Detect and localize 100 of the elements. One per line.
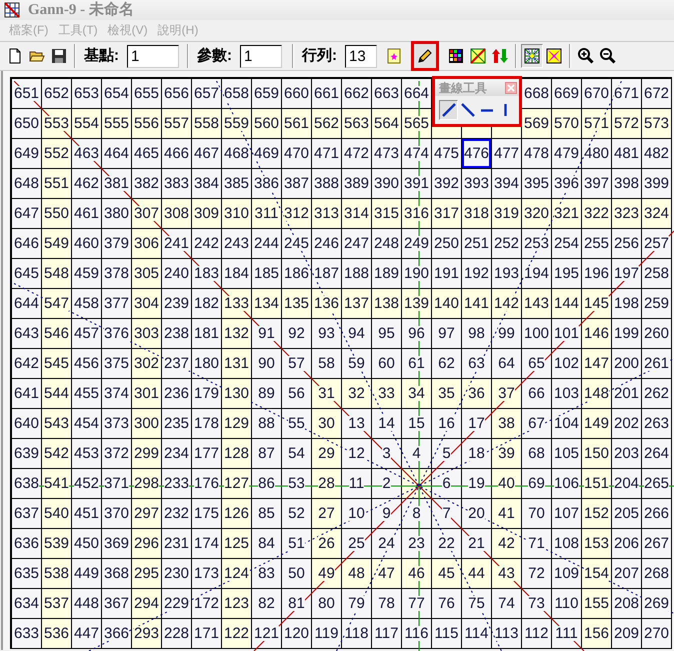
grid-cell[interactable]: 303 [132,319,162,349]
grid-cell[interactable]: 42 [492,529,522,559]
grid-cell[interactable]: 200 [612,349,642,379]
grid-cell[interactable]: 40 [492,469,522,499]
grid-cell[interactable]: 662 [342,79,372,109]
grid-cell[interactable]: 179 [192,379,222,409]
grid-cell[interactable]: 384 [192,169,222,199]
grid-cell[interactable]: 180 [192,349,222,379]
grid-cell[interactable]: 207 [612,559,642,589]
grid-cell[interactable]: 106 [552,469,582,499]
grid-cell[interactable]: 112 [522,619,552,649]
grid-cell[interactable]: 120 [282,619,312,649]
grid-cell[interactable]: 134 [252,289,282,319]
grid-cell[interactable]: 107 [552,499,582,529]
grid-cell[interactable]: 117 [372,619,402,649]
grid-cell[interactable]: 643 [12,319,42,349]
grid-cell[interactable]: 572 [612,109,642,139]
grid-cell[interactable]: 87 [252,439,282,469]
grid-cell[interactable]: 175 [192,499,222,529]
grid-cell[interactable]: 37 [492,379,522,409]
grid-cell[interactable]: 230 [162,559,192,589]
grid-cell[interactable]: 237 [162,349,192,379]
grid-cell[interactable]: 20 [462,499,492,529]
grid-cell[interactable]: 155 [582,589,612,619]
grid-cell[interactable]: 636 [12,529,42,559]
grid-cell[interactable]: 467 [192,139,222,169]
grid-cell[interactable]: 372 [102,439,132,469]
grid-cell[interactable]: 96 [402,319,432,349]
grid-cell[interactable]: 201 [612,379,642,409]
grid-cell[interactable]: 187 [312,259,342,289]
grid-cell[interactable]: 657 [192,79,222,109]
grid-cell[interactable]: 147 [582,349,612,379]
grid-cell[interactable]: 44 [462,559,492,589]
grid-cell[interactable]: 108 [552,529,582,559]
grid-cell[interactable]: 234 [162,439,192,469]
grid-cell[interactable]: 137 [342,289,372,319]
grid-cell[interactable]: 324 [642,199,672,229]
grid-cell[interactable]: 229 [162,589,192,619]
grid-cell[interactable]: 647 [12,199,42,229]
grid-cell[interactable]: 456 [72,349,102,379]
grid-cell[interactable]: 480 [582,139,612,169]
grid-cell[interactable]: 63 [462,349,492,379]
grid-cell[interactable]: 539 [42,529,72,559]
grid-cell[interactable]: 646 [12,229,42,259]
grid-cell[interactable]: 379 [102,229,132,259]
grid-cell[interactable]: 536 [42,619,72,649]
grid-cell[interactable]: 72 [522,559,552,589]
grid-cell[interactable]: 369 [102,529,132,559]
grid-cell[interactable]: 55 [282,409,312,439]
grid-cell[interactable]: 642 [12,349,42,379]
grid-cell[interactable]: 385 [222,169,252,199]
input-field[interactable]: 1 [127,44,179,68]
grid-cell[interactable]: 482 [642,139,672,169]
grid-cell[interactable]: 49 [312,559,342,589]
grid-cell[interactable]: 262 [642,379,672,409]
grid-cell[interactable]: 92 [282,319,312,349]
grid-cell[interactable]: 547 [42,289,72,319]
grid-cell[interactable]: 298 [132,469,162,499]
grid-cell[interactable]: 672 [642,79,672,109]
grid-cell[interactable]: 99 [492,319,522,349]
grid-cell[interactable]: 375 [102,349,132,379]
grid-cell[interactable]: 658 [222,79,252,109]
grid-cell[interactable]: 637 [12,499,42,529]
grid-cell[interactable]: 550 [42,199,72,229]
grid-cell[interactable]: 17 [462,409,492,439]
grid-cell[interactable]: 10 [342,499,372,529]
grid-cell[interactable]: 206 [612,529,642,559]
grid-cell[interactable]: 18 [462,439,492,469]
grid-cell[interactable]: 460 [72,229,102,259]
grid-cell[interactable]: 322 [582,199,612,229]
grid-cell[interactable]: 557 [162,109,192,139]
grid-cell[interactable]: 670 [582,79,612,109]
grid-cell[interactable]: 663 [372,79,402,109]
grid-cell[interactable]: 21 [462,529,492,559]
grid-cell[interactable]: 45 [432,559,462,589]
grid-cell[interactable]: 194 [522,259,552,289]
grid-cell[interactable]: 299 [132,439,162,469]
grid-cell[interactable]: 240 [162,259,192,289]
grid-cell[interactable]: 265 [642,469,672,499]
grid-cell[interactable]: 571 [582,109,612,139]
grid-cell[interactable]: 131 [222,349,252,379]
grid-cell[interactable]: 16 [432,409,462,439]
grid-cell[interactable]: 76 [432,589,462,619]
grid-cell[interactable]: 381 [102,169,132,199]
grid-cell[interactable]: 644 [12,289,42,319]
grid-cell[interactable]: 562 [312,109,342,139]
grid-cell[interactable]: 197 [612,259,642,289]
grid-cell[interactable]: 185 [252,259,282,289]
grid-cell[interactable]: 142 [492,289,522,319]
grid-cell[interactable]: 551 [42,169,72,199]
grid-cell[interactable]: 242 [192,229,222,259]
grid-cell[interactable]: 59 [342,349,372,379]
grid-cell[interactable]: 86 [252,469,282,499]
grid-cell[interactable]: 35 [432,379,462,409]
grid-cell[interactable]: 254 [552,229,582,259]
grid-cell[interactable]: 241 [162,229,192,259]
grid-cell[interactable]: 268 [642,559,672,589]
grid-cell[interactable]: 318 [462,199,492,229]
grid-cell[interactable]: 127 [222,469,252,499]
grid-cell[interactable]: 471 [312,139,342,169]
